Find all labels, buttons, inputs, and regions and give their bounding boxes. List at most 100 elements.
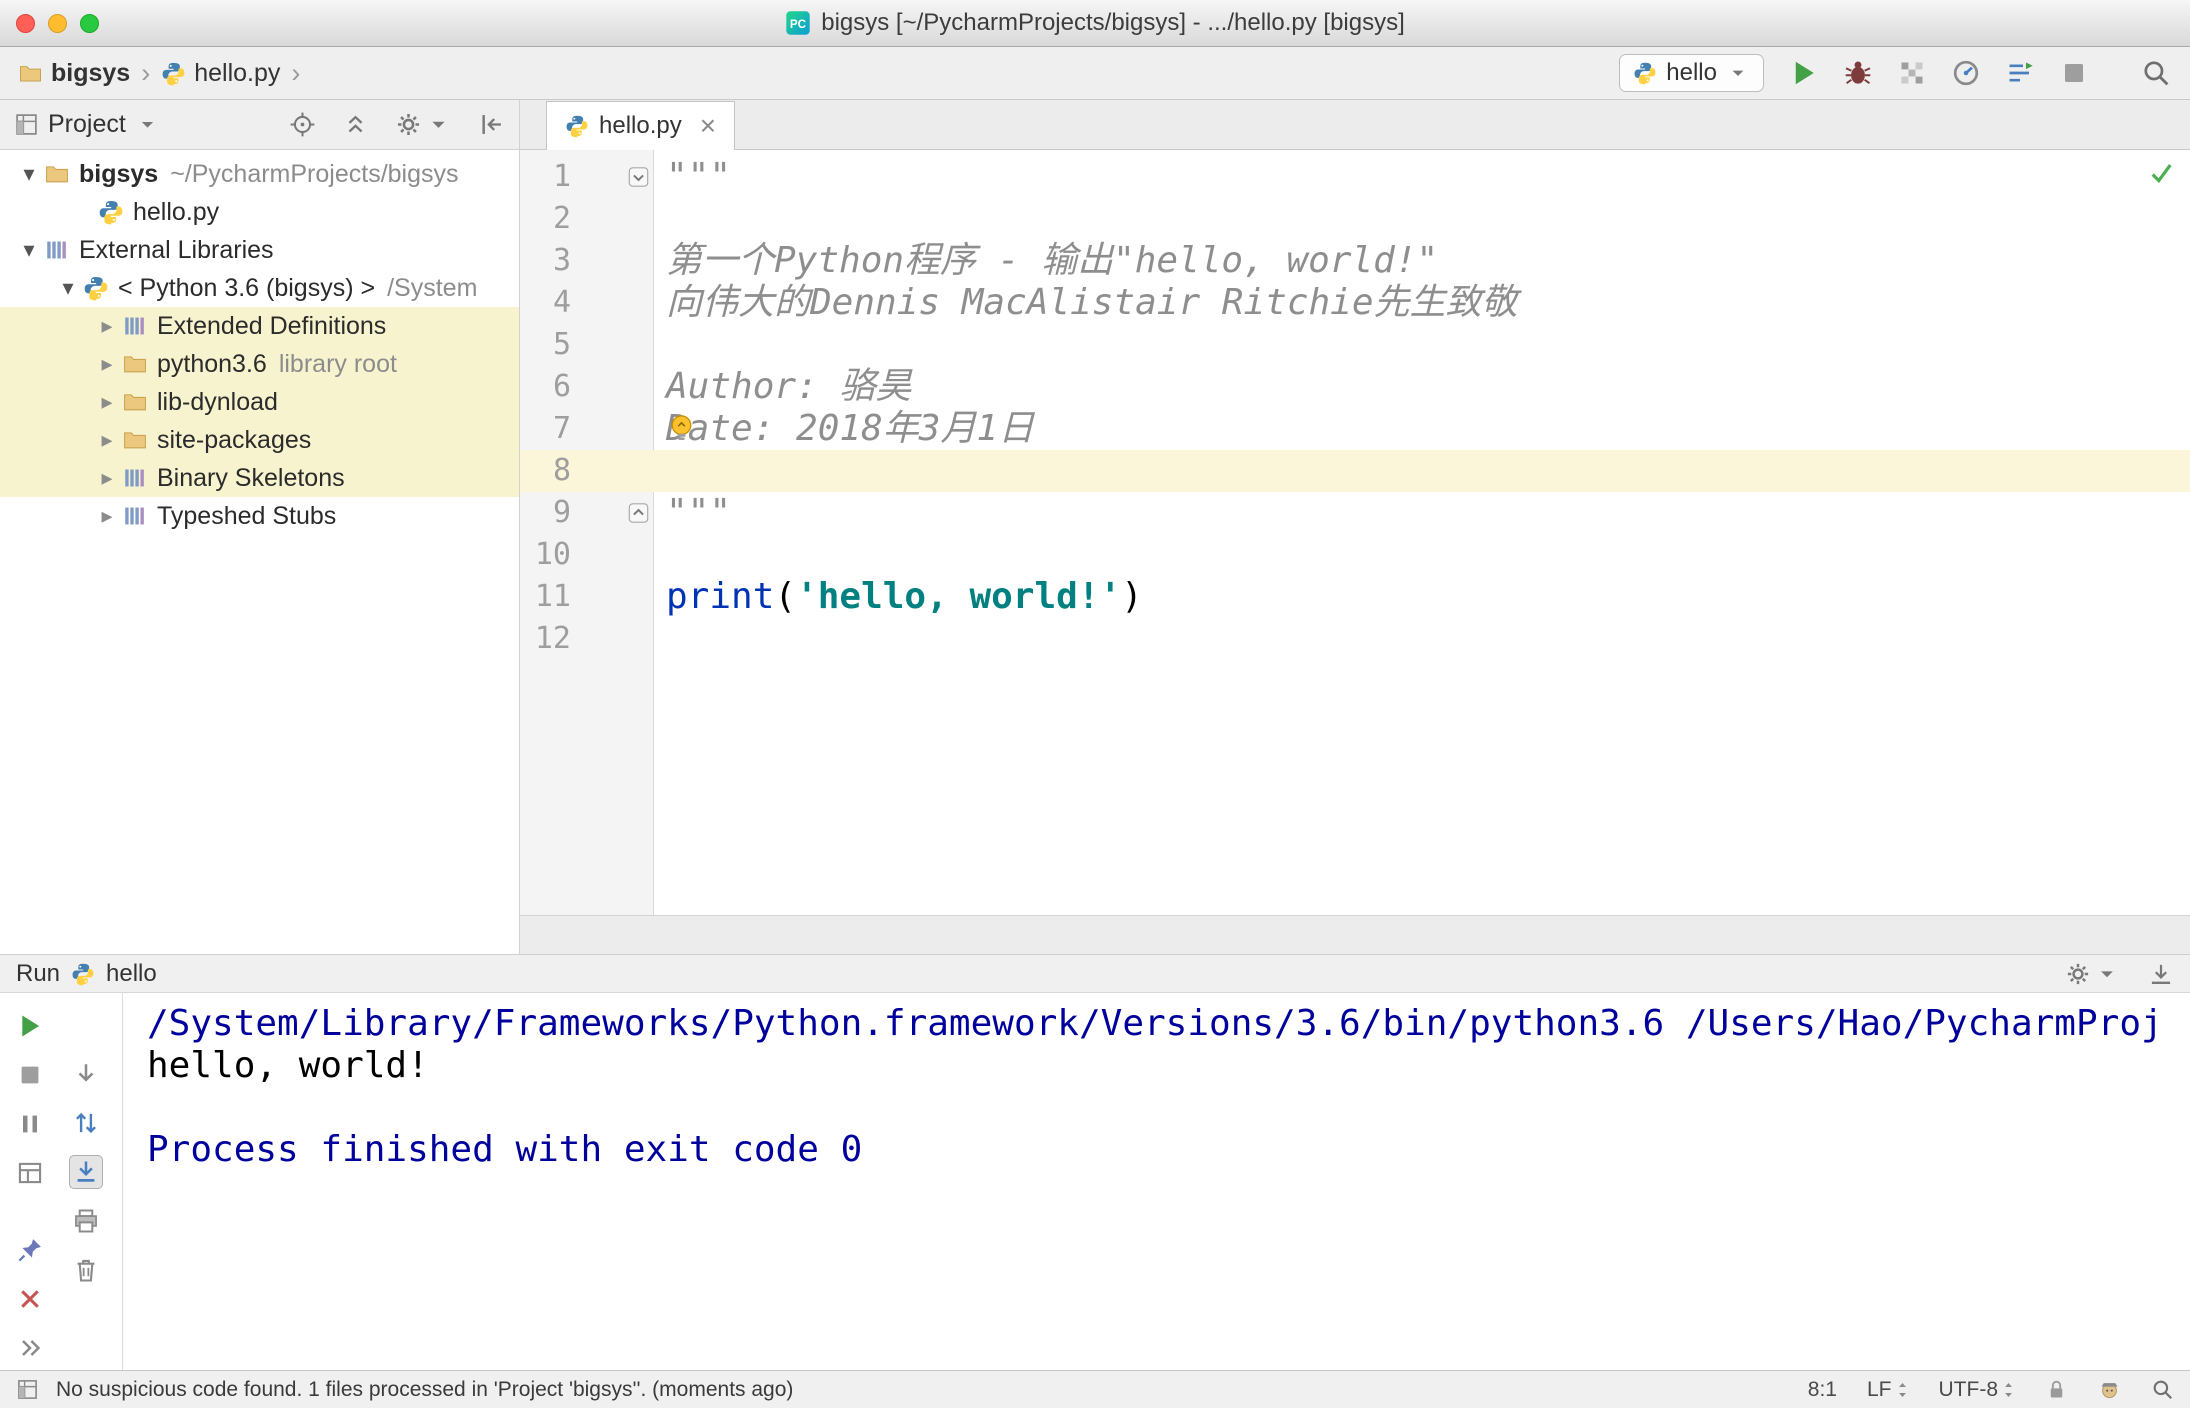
close-window-button[interactable] (16, 13, 35, 33)
breadcrumb: bigsys › hello.py › (18, 58, 303, 89)
panel-settings-button[interactable] (395, 111, 452, 138)
tree-item-hello-py[interactable]: hello.py (0, 193, 519, 231)
chevron-down-icon[interactable] (135, 112, 160, 137)
tree-item-typeshed-stubs[interactable]: ▸ Typeshed Stubs (0, 497, 519, 535)
profiler-button[interactable] (1950, 57, 1982, 89)
tree-item-python3-6-library-root[interactable]: ▸ python3.6 library root (0, 345, 519, 383)
run-configuration-select[interactable]: hello (1619, 54, 1764, 92)
code-segment: 'hello, world!' (796, 576, 1122, 617)
code-text: 第一个Python程序 - 输出"hello, world!" (653, 240, 2190, 282)
concurrency-button[interactable] (2004, 57, 2036, 89)
down-the-stack-button[interactable] (69, 1057, 103, 1091)
soft-wrap-button[interactable] (69, 1106, 103, 1140)
print-console-button[interactable] (69, 1204, 103, 1238)
locate-file-button[interactable] (289, 111, 316, 138)
tree-item-binary-skeletons[interactable]: ▸ Binary Skeletons (0, 459, 519, 497)
collapsed-toggle-icon[interactable]: ▸ (92, 465, 122, 491)
clear-all-button[interactable] (69, 1253, 103, 1287)
tree-item-extended-definitions[interactable]: ▸ Extended Definitions (0, 307, 519, 345)
collapsed-toggle-icon[interactable]: ▸ (92, 351, 122, 377)
encoding-widget[interactable]: UTF-8 (1939, 1378, 2016, 1402)
stop-run-button[interactable] (13, 1058, 47, 1092)
breadcrumb-item-hello-py[interactable]: hello.py (161, 59, 280, 88)
fold-start-icon[interactable] (627, 166, 650, 189)
code-line-12[interactable]: 12 (520, 618, 2190, 660)
arrow-down-icon (72, 1060, 100, 1088)
pause-output-button[interactable] (13, 1107, 47, 1141)
minimize-window-button[interactable] (48, 13, 67, 33)
code-line-9[interactable]: 9 """ (520, 492, 2190, 534)
project-panel-header[interactable]: Project (0, 100, 519, 150)
hide-run-panel-button[interactable] (2148, 961, 2174, 987)
tree-item-external-libraries[interactable]: ▾ External Libraries (0, 231, 519, 269)
tree-item-suffix: /System (387, 273, 478, 302)
console-line: Process finished with exit code 0 (147, 1129, 863, 1170)
more-options-button[interactable] (13, 1331, 47, 1365)
run-button[interactable] (1788, 57, 1820, 89)
code-line-7[interactable]: 7 Date: 2018年3月1日 (520, 408, 2190, 450)
stop-icon (16, 1061, 44, 1089)
hector-inspector-icon[interactable] (2098, 1378, 2121, 1401)
close-red-icon (16, 1285, 44, 1313)
debug-button[interactable] (1842, 57, 1874, 89)
code-line-8[interactable]: 8 (520, 450, 2190, 492)
code-segment: 第一个Python程序 - 输出"hello, world!" (666, 240, 1439, 281)
tree-item-python-3-6[interactable]: ▾ < Python 3.6 (bigsys) > /System (0, 269, 519, 307)
code-line-5[interactable]: 5 (520, 324, 2190, 366)
lock-icon[interactable] (2045, 1378, 2068, 1401)
code-line-2[interactable]: 2 (520, 198, 2190, 240)
rerun-button[interactable] (13, 1009, 47, 1043)
run-panel-header[interactable]: Run hello (0, 954, 2190, 993)
tree-item-label: Extended Definitions (157, 311, 387, 340)
breadcrumb-item-bigsys[interactable]: bigsys (18, 59, 130, 88)
gutter-cell: 6 (520, 366, 653, 408)
collapse-all-button[interactable] (342, 111, 369, 138)
statusbar-widgets: 8:1 LF UTF-8 (1808, 1378, 2174, 1402)
expanded-toggle-icon[interactable]: ▾ (53, 275, 83, 301)
tab-hello-py[interactable]: hello.py × (546, 101, 736, 150)
line-separator-widget[interactable]: LF (1867, 1378, 1909, 1402)
tree-item-site-packages[interactable]: ▸ site-packages (0, 421, 519, 459)
run-settings-button[interactable] (2065, 961, 2120, 987)
stop-button[interactable] (2058, 57, 2090, 89)
expanded-toggle-icon[interactable]: ▾ (14, 161, 44, 187)
inspections-ok-icon[interactable] (2148, 159, 2175, 186)
code-segment: """ (666, 492, 732, 533)
code-editor[interactable]: 1 """ 2 3 第一个Python程序 - 输出"hello, world!" 4 向伟… (520, 150, 2190, 915)
editor-scrollbar-strip[interactable] (520, 915, 2190, 954)
collapsed-toggle-icon[interactable]: ▸ (92, 389, 122, 415)
toolwindow-toggle-icon[interactable] (16, 1378, 39, 1401)
collapsed-toggle-icon[interactable]: ▸ (92, 427, 122, 453)
titlebar[interactable]: PC bigsys [~/PycharmProjects/bigsys] - .… (0, 0, 2190, 47)
hide-panel-button[interactable] (478, 111, 505, 138)
search-everywhere-button[interactable] (2140, 57, 2172, 89)
expanded-toggle-icon[interactable]: ▾ (14, 237, 44, 263)
collapsed-toggle-icon[interactable]: ▸ (92, 313, 122, 339)
tree-item-bigsys-root[interactable]: ▾ bigsys ~/PycharmProjects/bigsys (0, 155, 519, 193)
pycharm-app-icon: PC (785, 10, 811, 36)
restore-layout-button[interactable] (13, 1156, 47, 1190)
coverage-button[interactable] (1896, 57, 1928, 89)
close-run-tab-button[interactable] (13, 1282, 47, 1316)
breadcrumb-label: bigsys (51, 58, 131, 87)
code-segment: Date: 2018年3月1日 (666, 408, 1035, 449)
code-segment: """ (666, 156, 732, 197)
code-line-10[interactable]: 10 (520, 534, 2190, 576)
code-line-3[interactable]: 3 第一个Python程序 - 输出"hello, world!" (520, 240, 2190, 282)
tree-item-lib-dynload[interactable]: ▸ lib-dynload (0, 383, 519, 421)
code-line-4[interactable]: 4 向伟大的Dennis MacAlistair Ritchie先生致敬 (520, 282, 2190, 324)
code-line-6[interactable]: 6 Author: 骆昊 (520, 366, 2190, 408)
collapsed-toggle-icon[interactable]: ▸ (92, 503, 122, 529)
bulb-icon[interactable] (665, 412, 698, 445)
close-tab-icon[interactable]: × (700, 112, 716, 140)
coverage-icon (1897, 58, 1927, 88)
pin-tab-button[interactable] (13, 1233, 47, 1267)
scroll-to-end-button[interactable] (69, 1155, 103, 1189)
code-line-1[interactable]: 1 """ (520, 156, 2190, 198)
caret-position-widget[interactable]: 8:1 (1808, 1378, 1837, 1402)
console-output[interactable]: /System/Library/Frameworks/Python.framew… (123, 993, 2190, 1370)
zoom-window-button[interactable] (80, 13, 99, 33)
search-icon[interactable] (2151, 1378, 2174, 1401)
fold-end-icon[interactable] (627, 502, 650, 525)
code-line-11[interactable]: 11 print('hello, world!') (520, 576, 2190, 618)
